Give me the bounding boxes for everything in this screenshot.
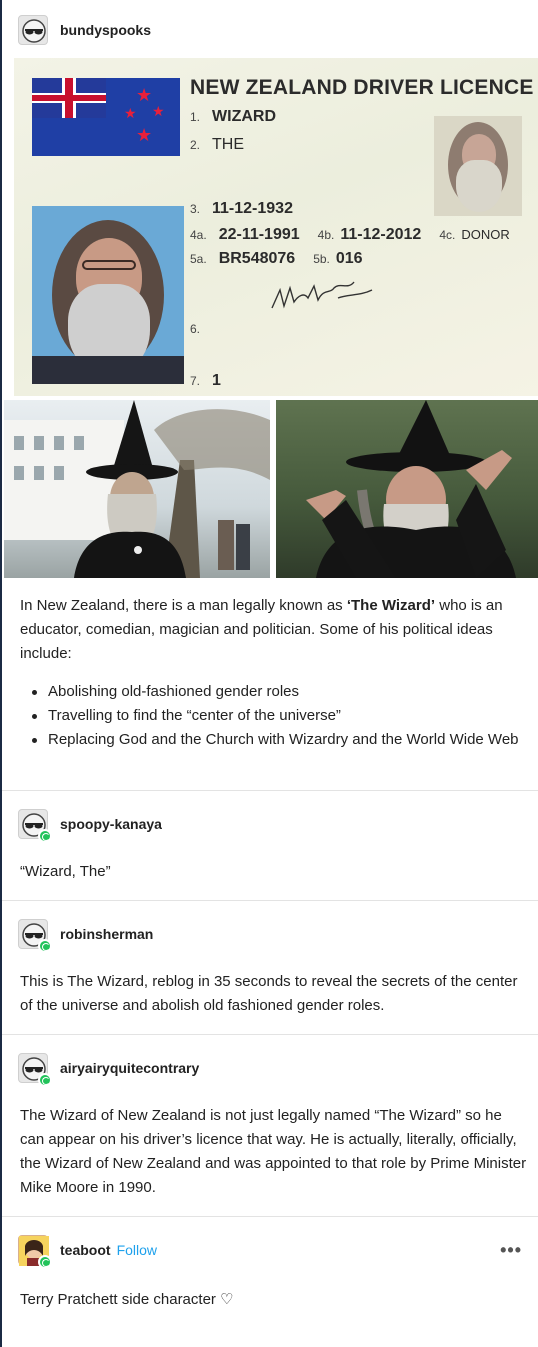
licence-field-2: 2. THE [190,136,245,153]
ideas-list: Abolishing old-fashioned gender roles Tr… [32,680,522,752]
licence-field-3: 3. 11-12-1932 [190,200,293,217]
reblog-entry: spoopy-kanaya “Wizard, The” [2,796,538,880]
reblog-icon [38,829,52,843]
signature [271,281,373,309]
licence-field-5: 5a. BR548076 5b. 016 [190,250,363,267]
licence-field-1: 1. WIZARD [190,108,276,125]
avatar[interactable] [18,1053,52,1087]
reblog-text: The Wizard of New Zealand is not just le… [20,1107,527,1196]
reblog-header: robinsherman [2,906,538,962]
reblog-text: “Wizard, The” [20,863,111,880]
username[interactable]: bundyspooks [60,22,151,38]
licence-title: NEW ZEALAND DRIVER LICENCE [190,76,534,99]
follow-button[interactable]: Follow [117,1242,157,1258]
divider [2,1034,538,1035]
avatar[interactable] [18,15,48,45]
wizard-gesture-photo [276,400,538,578]
list-item: Replacing God and the Church with Wizard… [32,728,522,752]
reblog-text: This is The Wizard, reblog in 35 seconds… [20,973,518,1014]
divider [2,790,538,791]
list-item: Travelling to find the “center of the un… [32,704,522,728]
divider [2,900,538,901]
divider [2,1216,538,1217]
username[interactable]: teaboot [60,1242,111,1258]
sunglasses-icon [22,19,46,43]
wizard-street-photo [4,400,270,578]
more-options-button[interactable]: ••• [500,1240,522,1261]
nz-flag-icon: ★ ★ ★ ★ [32,78,180,156]
reblog-icon [38,939,52,953]
post-container: bundyspooks ★ ★ ★ ★ NEW ZEALAND DRIVER L… [0,0,538,1347]
licence-field-7: 7. 1 [190,372,221,389]
licence-photo [32,206,184,384]
licence-field-4: 4a. 22-11-1991 4b. 11-12-2012 4c. DONOR [190,226,510,243]
reblog-entry: robinsherman This is The Wizard, reblog … [2,906,538,1014]
licence-image: ★ ★ ★ ★ NEW ZEALAND DRIVER LICENCE 1. WIZ… [14,58,538,396]
reblog-icon [38,1073,52,1087]
reblog-entry: teaboot Follow ••• Terry Pratchett side … [2,1222,538,1308]
avatar[interactable] [18,919,52,953]
reblog-text: Terry Pratchett side character ♡ [20,1291,234,1308]
highlighted-name: ‘The Wizard’ [346,597,436,614]
list-item: Abolishing old-fashioned gender roles [32,680,522,704]
reblog-icon [38,1255,52,1269]
licence-ghost-photo [434,116,522,216]
post-body: In New Zealand, there is a man legally k… [20,597,503,662]
reblog-header: airyairyquitecontrary [2,1040,538,1096]
username[interactable]: robinsherman [60,926,153,942]
post-header: bundyspooks [2,2,538,58]
licence-field-6: 6. [190,322,201,336]
reblog-header: spoopy-kanaya [2,796,538,852]
reblog-header: teaboot Follow ••• [2,1222,538,1278]
avatar[interactable] [18,809,52,843]
reblog-entry: airyairyquitecontrary The Wizard of New … [2,1040,538,1196]
avatar[interactable] [18,1235,52,1269]
username[interactable]: airyairyquitecontrary [60,1060,199,1076]
username[interactable]: spoopy-kanaya [60,816,162,832]
